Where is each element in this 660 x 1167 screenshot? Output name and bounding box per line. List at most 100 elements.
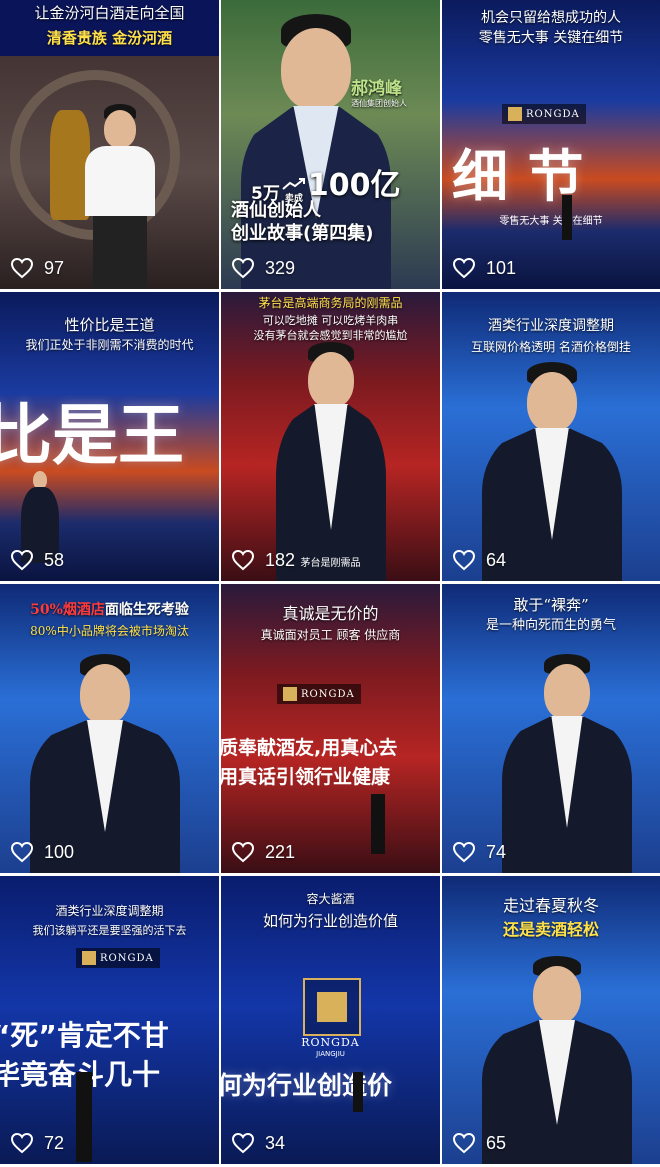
video-grid: 让金汾河白酒走向全国 清香贵族 金汾河酒 97 郝鸿峰 酒仙集团创始人 5万 卖… (0, 0, 660, 1167)
like-number: 74 (486, 841, 507, 862)
caption-line: 清香贵族 金汾河酒 (46, 29, 173, 47)
caption-line: 容大酱酒 (306, 892, 355, 906)
stage-line: “死”肯定不甘 (0, 1019, 169, 1052)
heart-icon (452, 841, 476, 863)
video-tile[interactable]: 机会只留给想成功的人 零售无大事 关键在细节 RONGDA 细 节 零售无大事 … (442, 0, 660, 289)
like-count[interactable]: 74 (452, 841, 506, 863)
video-tile[interactable]: 容大酱酒 如何为行业创造价值 RONGDA JIANGJIU 何为行业创造价 3… (221, 876, 440, 1164)
headline: 5万 卖成 100亿 (251, 160, 400, 204)
heart-icon (452, 257, 476, 279)
subtitle-block: 酒仙创始人 创业故事(第四集) (231, 200, 373, 245)
like-count[interactable]: 101 (452, 257, 516, 279)
video-tile[interactable]: 真诚是无价的 真诚面对员工 顾客 供应商 RONGDA 质奉献酒友,用真心去 用… (221, 584, 440, 873)
stage-subtext: 零售无大事 关键在细节 (499, 216, 603, 227)
video-tile[interactable]: 让金汾河白酒走向全国 清香贵族 金汾河酒 97 (0, 0, 219, 289)
logo-mark (283, 687, 297, 701)
like-number: 65 (486, 1132, 507, 1153)
video-tile[interactable]: 50%烟酒店面临生死考验 80%中小品牌将会被市场淘汰 100 (0, 584, 219, 873)
brand-logo: RONGDA (502, 104, 586, 124)
caption-line: 敢于“裸奔” (513, 596, 589, 614)
caption-line: 50%烟酒店面临生死考验 (0, 602, 219, 619)
video-tile[interactable]: 郝鸿峰 酒仙集团创始人 5万 卖成 100亿 酒仙创始人 创业故事(第四集) 3… (221, 0, 440, 289)
subtitle-line: 创业故事(第四集) (231, 222, 374, 244)
stage-screen-text: 细 节 (452, 145, 584, 210)
heart-icon (452, 1132, 476, 1154)
like-count[interactable]: 100 (10, 841, 74, 863)
heart-icon (231, 1132, 255, 1154)
logo-emblem (303, 978, 361, 1036)
caption-line: 酒类行业深度调整期 (55, 904, 164, 918)
like-number: 329 (265, 257, 296, 278)
like-count[interactable]: 64 (452, 549, 506, 571)
heart-icon (10, 1132, 34, 1154)
speaker (80, 100, 160, 289)
caption-line: 如何为行业创造价值 (262, 912, 398, 930)
trend-arrow-icon (282, 178, 305, 190)
caption-rest: 面临生死考验 (104, 602, 189, 618)
like-count[interactable]: 72 (10, 1132, 64, 1154)
caption-line: 真诚面对员工 顾客 供应商 (260, 628, 401, 642)
speaker-small (371, 794, 385, 854)
heart-icon (231, 257, 255, 279)
brand-logo: RONGDA (76, 948, 160, 968)
subtitle-line: 酒仙创始人 (231, 200, 321, 221)
like-count[interactable]: 182 (231, 549, 295, 571)
like-number: 221 (265, 841, 296, 862)
video-tile[interactable]: 茅台是高端商务局的刚需品 可以吃地摊 可以吃烤羊肉串 没有茅台就会感觉到非常的尴… (221, 292, 440, 581)
caption-highlight: 50%烟酒店 (30, 602, 105, 618)
logo-text: RONGDA (301, 688, 355, 700)
stage-line: 质奉献酒友,用真心去 (221, 737, 398, 759)
caption-line: 茅台是高端商务局的刚需品 (258, 296, 403, 310)
stage-line: 用真话引领行业健康 (221, 765, 391, 788)
speaker-name: 郝鸿峰 (351, 79, 402, 99)
brand-logo: RONGDA (277, 684, 361, 704)
speaker (276, 342, 386, 581)
video-tile[interactable]: 性价比是王道 我们正处于非刚需不消费的时代 比是王 58 (0, 292, 219, 581)
stage-screen-text: 何为行业创造价 (221, 1071, 393, 1100)
speaker-small (562, 195, 572, 240)
like-count[interactable]: 97 (10, 257, 64, 279)
like-number: 97 (44, 257, 65, 278)
logo-mark (82, 951, 96, 965)
like-number: 58 (44, 549, 65, 570)
logo-mark (317, 992, 347, 1022)
caption-line: 真诚是无价的 (282, 604, 379, 623)
logo-text: RONGDA (301, 1036, 360, 1049)
video-tile[interactable]: 酒类行业深度调整期 我们该躺平还是要坚强的活下去 RONGDA “死”肯定不甘 … (0, 876, 219, 1164)
like-count[interactable]: 58 (10, 549, 64, 571)
video-tile[interactable]: 酒类行业深度调整期 互联网价格透明 名酒价格倒挂 64 (442, 292, 660, 581)
like-count[interactable]: 221 (231, 841, 295, 863)
heart-icon (231, 841, 255, 863)
like-number: 34 (265, 1132, 286, 1153)
heart-icon (452, 549, 476, 571)
logo-text: RONGDA (100, 952, 154, 964)
speaker-title: 酒仙集团创始人 (351, 99, 407, 108)
heart-icon (10, 549, 34, 571)
caption-line: 我们正处于非刚需不消费的时代 (25, 338, 194, 352)
like-count[interactable]: 65 (452, 1132, 506, 1154)
caption-line: 酒类行业深度调整期 (488, 318, 614, 334)
video-tile[interactable]: 敢于“裸奔” 是一种向死而生的勇气 74 (442, 584, 660, 873)
caption-line: 没有茅台就会感觉到非常的尴尬 (253, 329, 408, 342)
speaker (502, 654, 632, 873)
like-count[interactable]: 34 (231, 1132, 285, 1154)
speaker-small (353, 1072, 363, 1112)
heart-icon (231, 549, 255, 571)
like-number: 100 (44, 841, 75, 862)
like-number: 64 (486, 549, 507, 570)
stage-screen-text: 比是王 (0, 397, 184, 474)
caption-line: 让金汾河白酒走向全国 (34, 4, 185, 22)
video-tile[interactable]: 走过春夏秋冬 还是卖酒轻松 65 (442, 876, 660, 1164)
logo-subtext: JIANGJIU (316, 1050, 345, 1058)
caption-line: 性价比是王道 (64, 316, 155, 334)
caption-line: 互联网价格透明 名酒价格倒挂 (471, 340, 631, 354)
heart-icon (10, 257, 34, 279)
like-count[interactable]: 329 (231, 257, 295, 279)
caption-line: 走过春夏秋冬 (502, 896, 599, 915)
heart-icon (10, 841, 34, 863)
like-number: 182 (265, 549, 296, 570)
logo-mark (508, 107, 522, 121)
caption-line: 我们该躺平还是要坚强的活下去 (32, 924, 187, 937)
caption-line: 可以吃地摊 可以吃烤羊肉串 (262, 314, 399, 327)
caption-line: 80%中小品牌将会被市场淘汰 (30, 624, 189, 638)
